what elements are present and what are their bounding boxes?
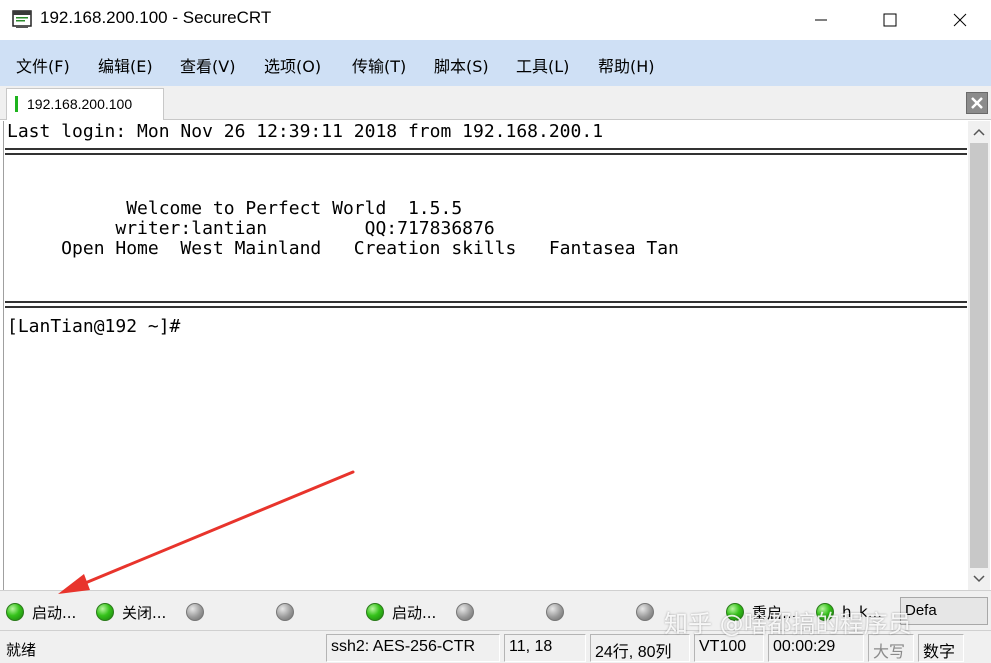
green-led-icon xyxy=(726,603,744,621)
maximize-button[interactable] xyxy=(867,0,913,40)
terminal-scrollbar[interactable] xyxy=(968,121,990,590)
gray-led-icon xyxy=(276,603,294,621)
status-caps-lock: 大写 xyxy=(868,634,914,662)
menu-tools[interactable]: 工具(L) xyxy=(516,53,569,77)
terminal-line-welcome: Welcome to Perfect World 1.5.5 xyxy=(7,198,463,219)
session-tab-label: 192.168.200.100 xyxy=(27,96,133,112)
chevron-down-icon xyxy=(973,575,985,583)
button-bar-slot-7[interactable] xyxy=(546,601,564,623)
button-bar-label: 关闭... xyxy=(122,603,167,622)
gray-led-icon xyxy=(636,603,654,621)
menu-transfer[interactable]: 传输(T) xyxy=(352,53,406,77)
button-bar-label: 启动... xyxy=(392,603,437,622)
button-bar-label: 启动... xyxy=(32,603,77,622)
button-bar-slot-4[interactable] xyxy=(276,601,294,623)
terminal-line-tagline: Open Home West Mainland Creation skills … xyxy=(7,238,679,259)
button-bar-slot-6[interactable] xyxy=(456,601,474,623)
button-bar-label: 重启... xyxy=(752,603,797,622)
button-bar-start-1[interactable]: 启动... xyxy=(6,601,76,623)
terminal-screen[interactable]: Last login: Mon Nov 26 12:39:11 2018 fro… xyxy=(3,121,968,590)
terminal-prompt: [LanTian@192 ~]# xyxy=(7,317,180,337)
status-num-lock: 数字 xyxy=(918,634,964,662)
terminal-line-writer: writer:lantian QQ:717836876 xyxy=(7,218,495,239)
minimize-icon xyxy=(815,19,827,21)
scroll-thumb[interactable] xyxy=(970,143,988,568)
window-title: 192.168.200.100 - SecureCRT xyxy=(40,8,272,27)
button-bar-slot-8[interactable] xyxy=(636,601,654,623)
status-bar: 就绪 ssh2: AES-256-CTR 11, 18 24行, 80列 VT1… xyxy=(0,630,991,663)
status-cursor-position: 11, 18 xyxy=(504,634,586,662)
status-elapsed-time: 00:00:29 xyxy=(768,634,864,662)
button-bar-restart[interactable]: 重启... xyxy=(726,601,796,623)
scroll-down-button[interactable] xyxy=(968,568,990,590)
menu-view[interactable]: 查看(V) xyxy=(180,53,235,77)
button-bar-dropdown[interactable]: Defa xyxy=(900,597,988,625)
menu-help[interactable]: 帮助(H) xyxy=(598,53,655,77)
status-ready-text: 就绪 xyxy=(6,641,37,659)
button-bar-start-2[interactable]: 启动... xyxy=(366,601,436,623)
status-cipher: ssh2: AES-256-CTR xyxy=(326,634,500,662)
terminal-separator-bottom xyxy=(5,301,967,308)
close-button[interactable] xyxy=(937,0,983,40)
status-terminal-size: 24行, 80列 xyxy=(590,634,690,662)
scroll-up-button[interactable] xyxy=(968,121,990,143)
dropdown-label: Defa xyxy=(905,602,937,619)
menu-options[interactable]: 选项(O) xyxy=(264,53,321,77)
terminal-separator-top xyxy=(5,148,967,155)
button-bar-slot-3[interactable] xyxy=(186,601,204,623)
maximize-icon xyxy=(883,13,897,27)
securecrt-app-icon xyxy=(12,10,32,28)
close-tab-button[interactable] xyxy=(966,92,988,114)
terminal-prompt-text: [LanTian@192 ~]# xyxy=(7,316,181,337)
green-led-icon xyxy=(816,603,834,621)
terminal-line-last-login: Last login: Mon Nov 26 12:39:11 2018 fro… xyxy=(7,121,604,142)
menu-script[interactable]: 脚本(S) xyxy=(434,53,489,77)
button-bar-hk[interactable]: h_k... xyxy=(816,601,882,623)
connection-status-indicator xyxy=(15,96,18,112)
minimize-button[interactable] xyxy=(798,0,844,40)
button-bar: 启动... 关闭... 启动... 重启... h_k... Defa xyxy=(0,590,991,630)
gray-led-icon xyxy=(546,603,564,621)
gray-led-icon xyxy=(186,603,204,621)
green-led-icon xyxy=(96,603,114,621)
menu-bar: 文件(F) 编辑(E) 查看(V) 选项(O) 传输(T) 脚本(S) 工具(L… xyxy=(0,40,991,86)
menu-file[interactable]: 文件(F) xyxy=(16,53,70,77)
title-bar: 192.168.200.100 - SecureCRT xyxy=(0,0,991,40)
menu-edit[interactable]: 编辑(E) xyxy=(98,53,153,77)
button-bar-label: h_k... xyxy=(842,603,882,621)
button-bar-close[interactable]: 关闭... xyxy=(96,601,166,623)
close-icon xyxy=(953,13,967,27)
status-emulation: VT100 xyxy=(694,634,764,662)
green-led-icon xyxy=(366,603,384,621)
close-icon xyxy=(971,97,983,109)
green-led-icon xyxy=(6,603,24,621)
session-tab[interactable]: 192.168.200.100 xyxy=(6,88,164,120)
chevron-up-icon xyxy=(973,128,985,136)
gray-led-icon xyxy=(456,603,474,621)
session-tab-strip: 192.168.200.100 xyxy=(0,86,991,120)
